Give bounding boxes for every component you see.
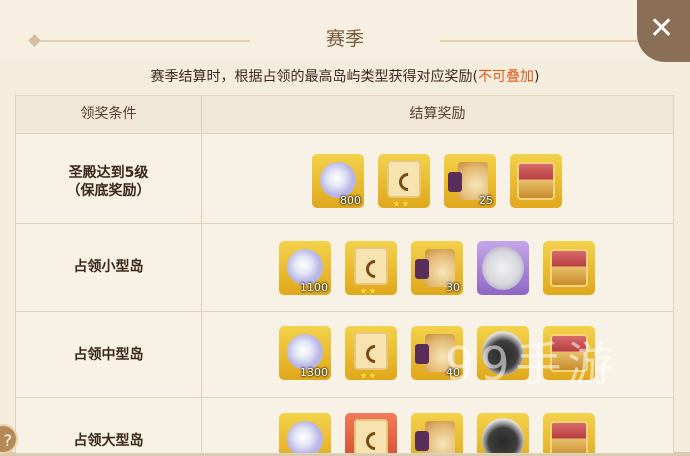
column-divider — [201, 96, 202, 453]
chest-icon — [517, 162, 555, 200]
crystal-icon — [287, 249, 323, 285]
star-rating: ★★ — [359, 286, 377, 297]
card-icon — [387, 160, 421, 198]
reward-item[interactable]: 1300 — [279, 326, 331, 380]
chest-icon — [550, 421, 588, 453]
panel-title: 赛季 — [325, 28, 364, 50]
title-ornament-right — [440, 40, 650, 42]
item-quantity: 800 — [340, 194, 361, 207]
reward-item[interactable] — [477, 241, 529, 295]
item-quantity: 1100 — [300, 281, 328, 294]
reward-item[interactable]: ★★ — [345, 241, 397, 297]
condition-medium-island: 占领中型岛 — [73, 347, 144, 363]
reward-table: 领奖条件 结算奖励 圣殿达到5级 （保底奖励） 800 ★★ 25 占领小型岛 — [15, 95, 674, 454]
reward-item[interactable] — [411, 413, 463, 453]
season-description: 赛季结算时，根据占领的最高岛屿类型获得对应奖励(不可叠加) — [0, 66, 690, 86]
star-rating: ★★ — [392, 199, 410, 210]
condition-large-island: 占领大型岛 — [73, 433, 144, 449]
watermark: 99手游 — [445, 337, 620, 391]
potion-icon — [415, 421, 455, 453]
item-quantity: 25 — [479, 194, 493, 207]
card-icon — [354, 332, 388, 370]
season-reward-panel: 赛季 ✕ 赛季结算时，根据占领的最高岛屿类型获得对应奖励(不可叠加) 领奖条件 … — [0, 0, 690, 454]
card-icon — [354, 247, 388, 285]
chest-icon — [550, 249, 588, 287]
dark-spirit-icon — [482, 418, 524, 453]
close-icon: ✕ — [649, 11, 675, 46]
reward-item[interactable]: 1100 — [279, 241, 331, 295]
item-quantity: 30 — [446, 281, 460, 294]
condition-note: （保底奖励） — [66, 183, 151, 199]
crystal-icon — [320, 162, 356, 198]
crystal-icon — [287, 421, 323, 453]
card-icon — [354, 419, 388, 453]
condition-line: 圣殿达到5级 — [68, 165, 149, 181]
panel-header: 赛季 — [0, 0, 690, 60]
reward-item[interactable]: ★★ — [378, 154, 430, 210]
reward-item[interactable]: 800 — [312, 154, 364, 208]
non-stackable-warning: 不可叠加 — [478, 69, 534, 85]
reward-item[interactable] — [543, 241, 595, 295]
column-header-reward: 结算奖励 — [202, 96, 673, 133]
cloud-spirit-icon — [482, 246, 524, 290]
row-divider — [16, 397, 673, 398]
description-text: 赛季结算时，根据占领的最高岛屿类型获得对应奖励 — [150, 69, 473, 85]
reward-item[interactable] — [279, 413, 331, 453]
reward-item[interactable] — [345, 413, 397, 453]
row-divider — [16, 311, 673, 312]
reward-item[interactable] — [543, 413, 595, 453]
row-divider — [16, 133, 673, 134]
warn-paren-close: ) — [534, 69, 540, 85]
item-quantity: 1300 — [300, 366, 328, 379]
column-header-condition: 领奖条件 — [16, 96, 201, 133]
row-divider — [16, 223, 673, 224]
close-button[interactable]: ✕ — [637, 0, 690, 62]
reward-item[interactable]: ★★ — [345, 326, 397, 382]
reward-item[interactable] — [477, 413, 529, 453]
reward-item[interactable] — [510, 154, 562, 208]
crystal-icon — [287, 334, 323, 370]
condition-temple-level: 圣殿达到5级 （保底奖励） — [16, 164, 201, 200]
reward-item[interactable]: 25 — [444, 154, 496, 208]
reward-item[interactable]: 30 — [411, 241, 463, 295]
condition-small-island: 占领小型岛 — [73, 259, 144, 275]
star-rating: ★★ — [359, 371, 377, 382]
